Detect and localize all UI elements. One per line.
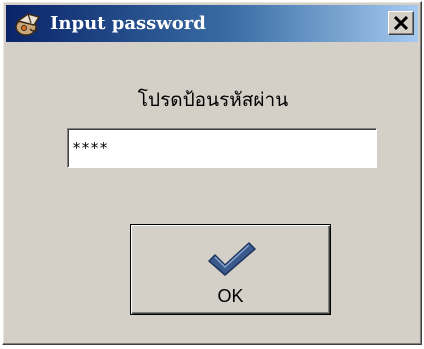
title-bar[interactable]: Input password xyxy=(6,5,418,42)
checkmark-icon xyxy=(205,239,257,279)
password-prompt-label: โปรดป้อนรหัสผ่าน xyxy=(137,89,289,111)
close-icon xyxy=(394,16,408,30)
window-title: Input password xyxy=(50,13,206,34)
password-field[interactable] xyxy=(67,128,377,168)
ok-button-label: OK xyxy=(217,286,244,306)
password-dialog: Input password โปรดป้อนรหัสผ่าน OK xyxy=(2,1,422,345)
ok-button[interactable]: OK xyxy=(130,224,331,315)
close-button[interactable] xyxy=(388,11,414,35)
app-icon xyxy=(14,11,42,37)
